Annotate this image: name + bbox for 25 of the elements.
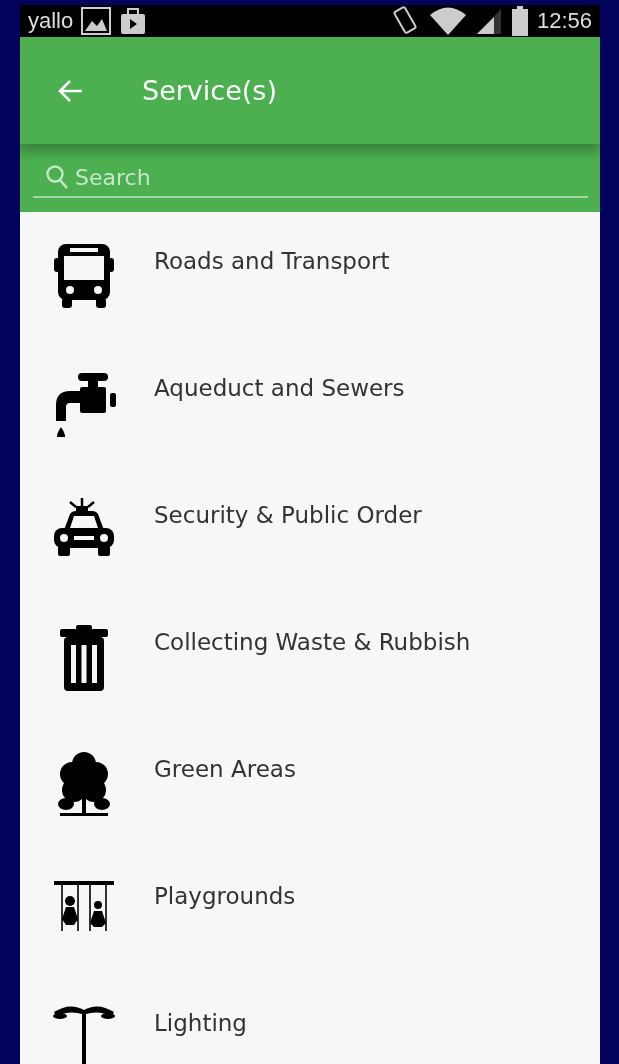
service-label: Security & Public Order [154, 501, 422, 528]
service-label: Aqueduct and Sewers [154, 374, 405, 401]
bus-icon [52, 242, 116, 310]
screen-title: Service(s) [142, 75, 277, 106]
search-icon [45, 164, 69, 190]
battery-icon [510, 6, 529, 36]
service-item[interactable]: Security & Public Order [20, 476, 600, 603]
search-field[interactable]: Search [75, 164, 588, 190]
service-label: Green Areas [154, 755, 296, 782]
image-icon [81, 7, 112, 35]
service-item[interactable]: Lighting [20, 984, 600, 1064]
service-label: Playgrounds [154, 882, 296, 909]
service-label: Lighting [154, 1009, 247, 1036]
carrier-name: yallo [28, 8, 74, 34]
service-label: Collecting Waste & Rubbish [154, 628, 471, 655]
clock-time: 12:56 [536, 8, 592, 34]
service-item[interactable]: Roads and Transport [20, 222, 600, 349]
service-item[interactable]: Aqueduct and Sewers [20, 349, 600, 476]
signal-icon [474, 7, 503, 35]
service-item[interactable]: Collecting Waste & Rubbish [20, 603, 600, 730]
service-item[interactable]: Playgrounds [20, 857, 600, 984]
service-item[interactable]: Green Areas [20, 730, 600, 857]
service-label: Roads and Transport [154, 247, 390, 274]
wifi-icon [428, 6, 467, 36]
street-lamp-icon [52, 1004, 116, 1064]
